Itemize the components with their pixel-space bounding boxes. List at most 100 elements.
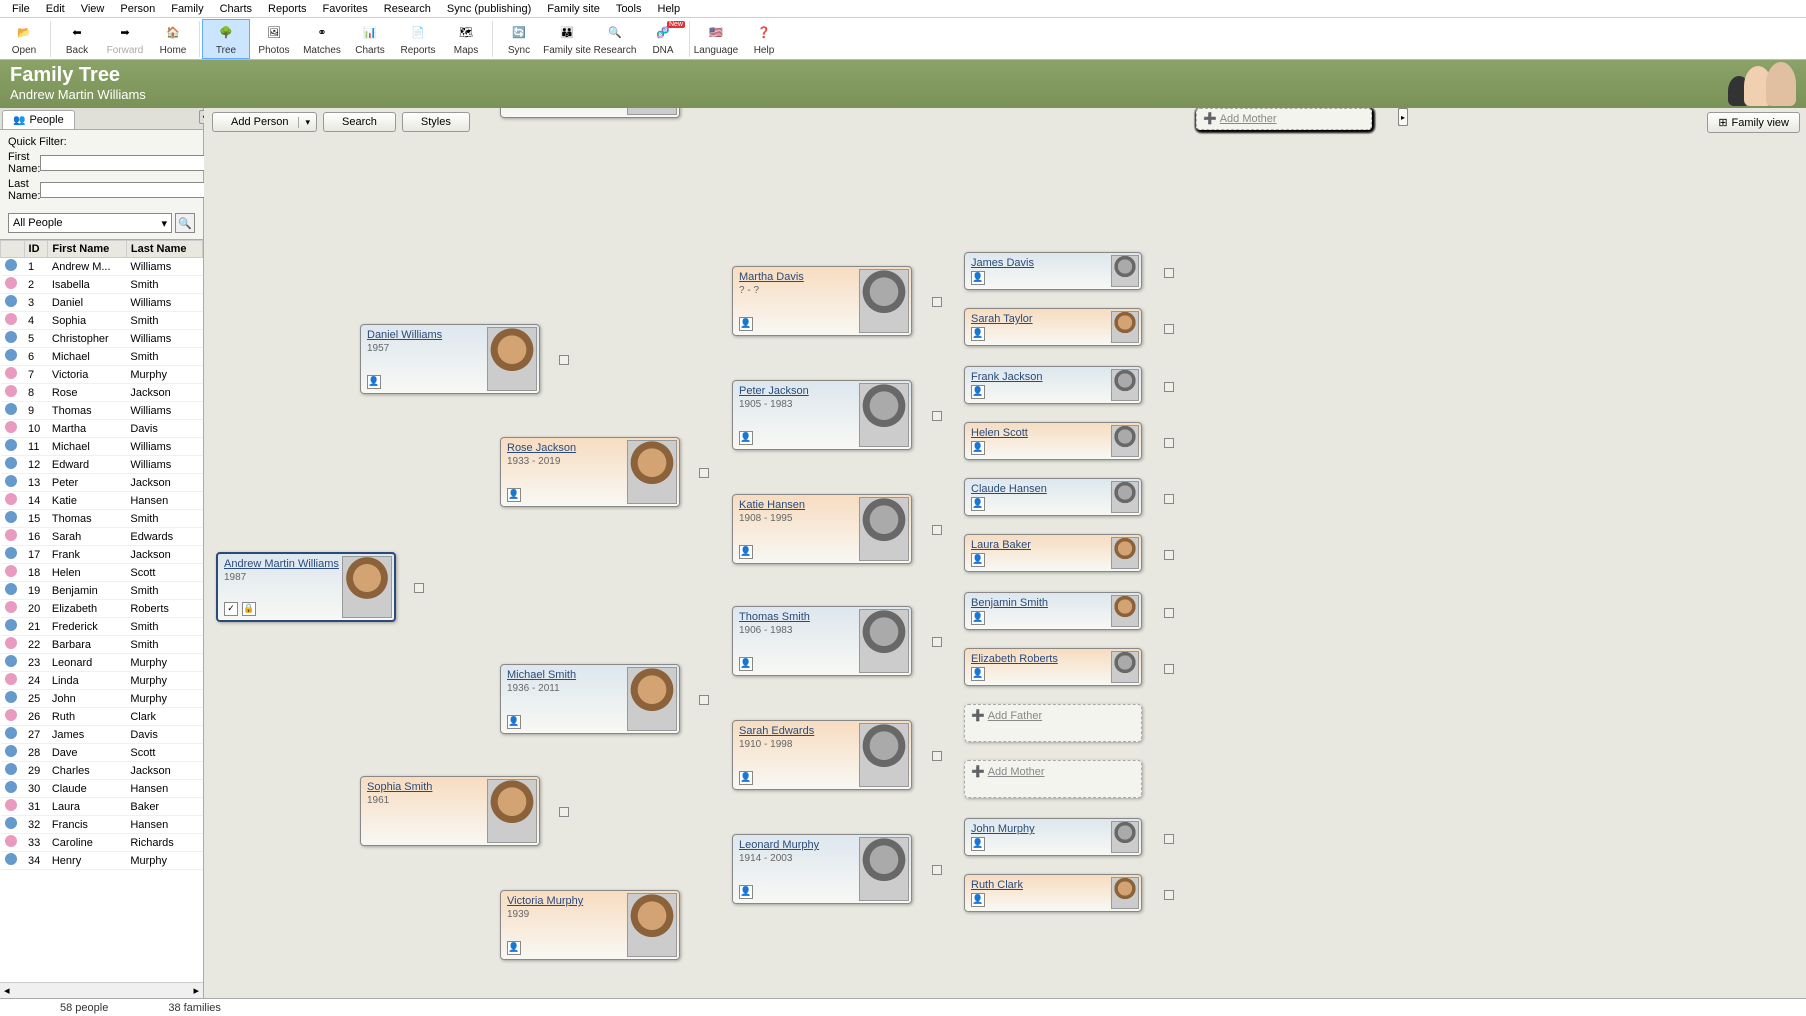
connector-node[interactable] (932, 637, 942, 647)
table-row[interactable]: 24LindaMurphy (1, 672, 203, 690)
table-row[interactable]: 26RuthClark (1, 708, 203, 726)
table-row[interactable]: 15ThomasSmith (1, 510, 203, 528)
people-filter-select[interactable]: All People▾ (8, 213, 172, 233)
person-card-sarah[interactable]: Sarah Edwards1910 - 1998👤 (732, 720, 912, 790)
column-first-name[interactable]: First Name (48, 241, 127, 258)
person-card-benjamin[interactable]: Benjamin Smith👤 (964, 592, 1142, 630)
first-name-input[interactable] (40, 155, 223, 171)
tab-people[interactable]: 👥People (2, 110, 75, 129)
table-row[interactable]: 3DanielWilliams (1, 294, 203, 312)
person-card-james[interactable]: James Davis👤 (964, 252, 1142, 290)
person-card-addFather[interactable]: ➕Add Father (964, 704, 1142, 742)
connector-node[interactable] (1164, 268, 1174, 278)
person-card-frank[interactable]: Frank Jackson👤 (964, 366, 1142, 404)
table-row[interactable]: 11MichaelWilliams (1, 438, 203, 456)
person-name[interactable]: Add Father (988, 710, 1042, 722)
connector-node[interactable] (932, 411, 942, 421)
table-row[interactable]: 9ThomasWilliams (1, 402, 203, 420)
connector-node[interactable] (1164, 324, 1174, 334)
column-id[interactable]: ID (24, 241, 48, 258)
toolbar-open-button[interactable]: 📂Open (0, 19, 48, 59)
table-row[interactable]: 10MarthaDavis (1, 420, 203, 438)
menu-charts[interactable]: Charts (212, 1, 260, 17)
connector-node[interactable] (559, 807, 569, 817)
table-row[interactable]: 21FrederickSmith (1, 618, 203, 636)
person-card-sophia[interactable]: Sophia Smith1961 (360, 776, 540, 846)
toolbar-home-button[interactable]: 🏠Home (149, 19, 197, 59)
tree-canvas[interactable]: Add Person Search Styles ⊞Family view An… (204, 108, 1806, 998)
toolbar-research-button[interactable]: 🔍Research (591, 19, 639, 59)
grid-horizontal-scrollbar[interactable]: ◂▸ (0, 982, 203, 998)
person-card-katie[interactable]: Katie Hansen1908 - 1995👤 (732, 494, 912, 564)
person-card-victoria[interactable]: Victoria Murphy1939👤 (500, 890, 680, 960)
table-row[interactable]: 31LauraBaker (1, 798, 203, 816)
toolbar-maps-button[interactable]: 🗺Maps (442, 19, 490, 59)
search-button[interactable]: Search (323, 112, 396, 132)
last-name-input[interactable] (40, 182, 223, 198)
table-row[interactable]: 12EdwardWilliams (1, 456, 203, 474)
table-row[interactable]: 22BarbaraSmith (1, 636, 203, 654)
column-icon[interactable] (1, 241, 25, 258)
menu-edit[interactable]: Edit (38, 1, 73, 17)
sidebar-search-button[interactable]: 🔍 (175, 213, 195, 233)
table-row[interactable]: 7VictoriaMurphy (1, 366, 203, 384)
table-row[interactable]: 14KatieHansen (1, 492, 203, 510)
person-card-helen[interactable]: Helen Scott👤 (964, 422, 1142, 460)
table-row[interactable]: 20ElizabethRoberts (1, 600, 203, 618)
connector-node[interactable] (1164, 550, 1174, 560)
table-row[interactable]: 23LeonardMurphy (1, 654, 203, 672)
toolbar-sync-button[interactable]: 🔄Sync (495, 19, 543, 59)
menu-help[interactable]: Help (650, 1, 689, 17)
table-row[interactable]: 19BenjaminSmith (1, 582, 203, 600)
table-row[interactable]: 4SophiaSmith (1, 312, 203, 330)
styles-button[interactable]: Styles (402, 112, 470, 132)
toolbar-help-button[interactable]: ❓Help (740, 19, 788, 59)
table-row[interactable]: 33CarolineRichards (1, 834, 203, 852)
table-row[interactable]: 16SarahEdwards (1, 528, 203, 546)
table-row[interactable]: 6MichaelSmith (1, 348, 203, 366)
person-card-rose[interactable]: Rose Jackson1933 - 2019👤 (500, 437, 680, 507)
connector-node[interactable] (699, 468, 709, 478)
menu-favorites[interactable]: Favorites (315, 1, 376, 17)
column-last-name[interactable]: Last Name (126, 241, 202, 258)
menu-reports[interactable]: Reports (260, 1, 315, 17)
connector-node[interactable] (1164, 494, 1174, 504)
person-card-john[interactable]: John Murphy👤 (964, 818, 1142, 856)
table-row[interactable]: 27JamesDavis (1, 726, 203, 744)
toolbar-family-site-button[interactable]: 👪Family site (543, 19, 591, 59)
toolbar-tree-button[interactable]: 🌳Tree (202, 19, 250, 59)
person-card-thomas[interactable]: Thomas Smith1906 - 1983👤 (732, 606, 912, 676)
menu-family[interactable]: Family (163, 1, 211, 17)
connector-node[interactable] (1164, 890, 1174, 900)
connector-node[interactable] (699, 695, 709, 705)
toolbar-charts-button[interactable]: 📊Charts (346, 19, 394, 59)
connector-node[interactable] (1164, 438, 1174, 448)
person-card-addMother[interactable]: ➕Add Mother (964, 760, 1142, 798)
add-person-button[interactable]: Add Person (212, 112, 317, 132)
table-row[interactable]: 1Andrew M...Williams (1, 258, 203, 276)
connector-node[interactable] (932, 751, 942, 761)
connector-node[interactable] (1164, 834, 1174, 844)
menu-person[interactable]: Person (112, 1, 163, 17)
connector-node[interactable] (932, 865, 942, 875)
person-name[interactable]: Add Mother (988, 766, 1045, 778)
table-row[interactable]: 32FrancisHansen (1, 816, 203, 834)
table-row[interactable]: 28DaveScott (1, 744, 203, 762)
table-row[interactable]: 29CharlesJackson (1, 762, 203, 780)
person-card-claude[interactable]: Claude Hansen👤 (964, 478, 1142, 516)
toolbar-language-button[interactable]: 🇺🇸Language (692, 19, 740, 59)
table-row[interactable]: 13PeterJackson (1, 474, 203, 492)
table-row[interactable]: 34HenryMurphy (1, 852, 203, 870)
person-card-elizabeth[interactable]: Elizabeth Roberts👤 (964, 648, 1142, 686)
person-card-michael[interactable]: Michael Smith1936 - 2011👤 (500, 664, 680, 734)
menu-family-site[interactable]: Family site (539, 1, 608, 17)
table-row[interactable]: 17FrankJackson (1, 546, 203, 564)
toolbar-back-button[interactable]: ⬅Back (53, 19, 101, 59)
toolbar-photos-button[interactable]: 🖼Photos (250, 19, 298, 59)
menu-tools[interactable]: Tools (608, 1, 650, 17)
menu-file[interactable]: File (4, 1, 38, 17)
person-card-leonard[interactable]: Leonard Murphy1914 - 2003👤 (732, 834, 912, 904)
table-row[interactable]: 25JohnMurphy (1, 690, 203, 708)
connector-node[interactable] (414, 583, 424, 593)
connector-node[interactable] (1164, 664, 1174, 674)
